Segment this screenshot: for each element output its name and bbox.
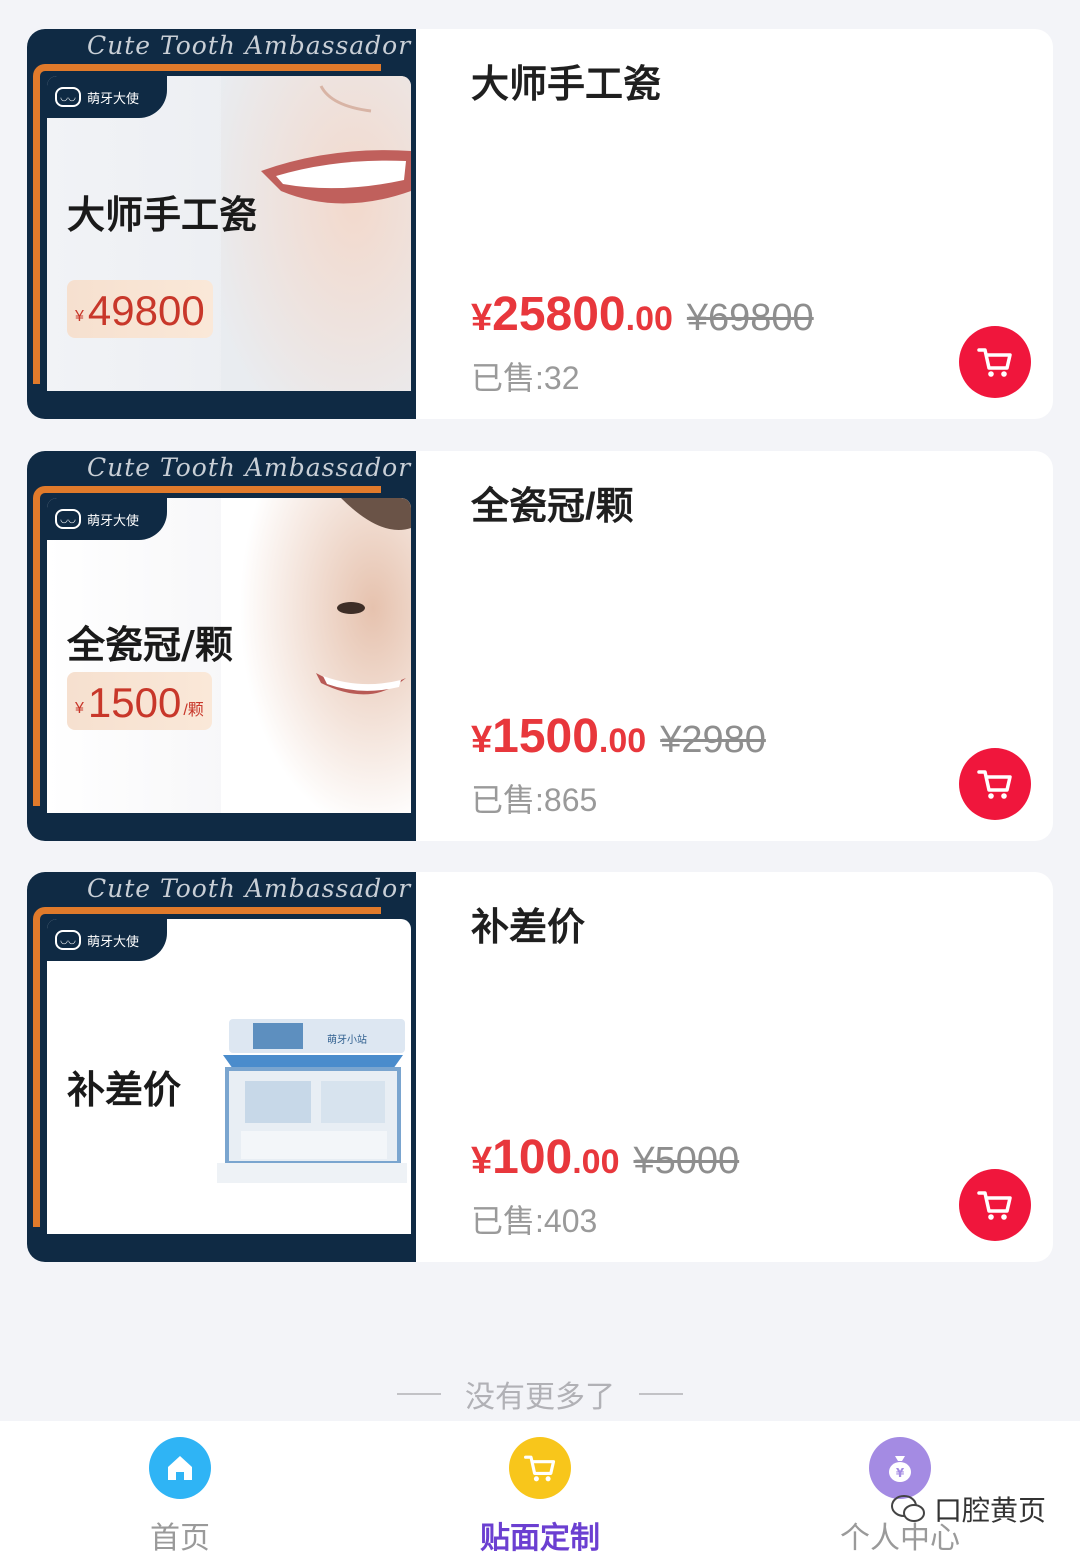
cart-icon: [977, 1191, 1012, 1220]
cart-icon: [977, 770, 1012, 799]
product-banner-image[interactable]: Cute Tooth Ambassador ◡◡ 萌牙大使 全瓷冠/颗 ¥ 15…: [27, 451, 416, 841]
wechat-icon: [890, 1495, 925, 1522]
wechat-watermark: 口腔黄页: [890, 1489, 1046, 1529]
banner-panel: ◡◡ 萌牙大使 大师手工瓷 ¥ 49800: [47, 76, 411, 391]
home-icon: [149, 1437, 211, 1499]
store-kiosk-photo: 萌牙小站: [217, 1019, 407, 1183]
original-price: ¥69800: [686, 297, 814, 339]
brand-tab: ◡◡ 萌牙大使: [47, 919, 167, 961]
list-end-indicator: 没有更多了: [0, 1372, 1080, 1416]
tooth-logo-icon: ◡◡: [55, 930, 81, 950]
price-row: ¥ 1500 .00 ¥2980: [471, 709, 766, 764]
woman-smile-photo: [221, 498, 411, 813]
price-symbol: ¥: [471, 297, 493, 339]
tooth-logo-icon: ◡◡: [55, 87, 81, 107]
svg-text:¥: ¥: [896, 1466, 905, 1480]
sold-count: 已售:403: [471, 1203, 598, 1239]
product-info: 全瓷冠/颗 ¥ 1500 .00 ¥2980 已售:865: [443, 451, 1053, 841]
brand-name: 萌牙大使: [87, 512, 140, 528]
brand-name: 萌牙大使: [87, 933, 140, 949]
store-sign-text: 萌牙小站: [327, 1033, 367, 1046]
product-info: 大师手工瓷 ¥ 25800 .00 ¥69800 已售:32: [443, 29, 1053, 419]
banner-script-text: Cute Tooth Ambassador: [87, 31, 412, 60]
banner-script-text: Cute Tooth Ambassador: [87, 874, 412, 903]
cart-icon: [509, 1437, 571, 1499]
price-integer: 100: [492, 1131, 573, 1184]
price-decimal: .00: [625, 300, 673, 338]
product-card[interactable]: Cute Tooth Ambassador 萌牙小站 ◡◡ 萌牙大使 补差价 补…: [27, 872, 1053, 1262]
price-symbol: ¥: [471, 1140, 493, 1182]
add-to-cart-button[interactable]: [959, 1169, 1031, 1241]
product-banner-image[interactable]: Cute Tooth Ambassador ◡◡ 萌牙大使 大师手工瓷 ¥ 49…: [27, 29, 416, 419]
banner-panel: 萌牙小站 ◡◡ 萌牙大使 补差价: [47, 919, 411, 1234]
price-integer: 25800: [492, 288, 626, 341]
brand-name: 萌牙大使: [87, 90, 140, 106]
banner-price: 1500: [87, 679, 182, 726]
product-name[interactable]: 大师手工瓷: [471, 53, 661, 108]
sold-count: 已售:865: [471, 782, 598, 818]
banner-price-symbol: ¥: [75, 308, 84, 325]
original-price: ¥5000: [633, 1140, 740, 1182]
banner-price-symbol: ¥: [75, 700, 84, 717]
tab-label: 贴面定制: [480, 1522, 600, 1555]
price-row: ¥ 100 .00 ¥5000: [471, 1130, 739, 1185]
price-integer: 1500: [492, 710, 599, 763]
banner-title: 补差价: [67, 1067, 182, 1112]
watermark-text: 口腔黄页: [933, 1495, 1046, 1526]
banner-price-badge: ¥ 1500 /颗: [67, 672, 212, 730]
price-symbol: ¥: [471, 719, 493, 761]
product-info: 补差价 ¥ 100 .00 ¥5000 已售:403: [443, 872, 1053, 1262]
banner-title: 大师手工瓷: [67, 192, 258, 237]
add-to-cart-button[interactable]: [959, 326, 1031, 398]
tab-veneer-custom[interactable]: 贴面定制: [440, 1437, 640, 1557]
tooth-logo-icon: ◡◡: [55, 509, 81, 529]
price-decimal: .00: [598, 722, 647, 760]
banner-title: 全瓷冠/颗: [67, 622, 233, 667]
no-more-text: 没有更多了: [465, 1381, 615, 1414]
product-name[interactable]: 全瓷冠/颗: [471, 475, 634, 530]
banner-price-unit: /颗: [183, 702, 204, 719]
product-card[interactable]: Cute Tooth Ambassador ◡◡ 萌牙大使 全瓷冠/颗 ¥ 15…: [27, 451, 1053, 841]
divider: [397, 1393, 441, 1395]
add-to-cart-button[interactable]: [959, 748, 1031, 820]
banner-price: 49800: [87, 287, 205, 334]
divider: [639, 1393, 683, 1395]
tab-home[interactable]: 首页: [80, 1437, 280, 1557]
banner-price-badge: ¥ 49800: [67, 280, 213, 338]
price-decimal: .00: [572, 1143, 620, 1181]
brand-tab: ◡◡ 萌牙大使: [47, 498, 167, 540]
product-name[interactable]: 补差价: [471, 896, 585, 951]
product-card[interactable]: Cute Tooth Ambassador ◡◡ 萌牙大使 大师手工瓷 ¥ 49…: [27, 29, 1053, 419]
product-banner-image[interactable]: Cute Tooth Ambassador 萌牙小站 ◡◡ 萌牙大使 补差价: [27, 872, 416, 1262]
brand-tab: ◡◡ 萌牙大使: [47, 76, 167, 118]
original-price: ¥2980: [660, 719, 766, 761]
banner-script-text: Cute Tooth Ambassador: [87, 453, 412, 482]
sold-count: 已售:32: [471, 360, 580, 396]
tab-label: 首页: [150, 1522, 210, 1555]
cart-icon: [977, 348, 1012, 377]
price-row: ¥ 25800 .00 ¥69800: [471, 287, 814, 342]
banner-panel: ◡◡ 萌牙大使 全瓷冠/颗 ¥ 1500 /颗: [47, 498, 411, 813]
